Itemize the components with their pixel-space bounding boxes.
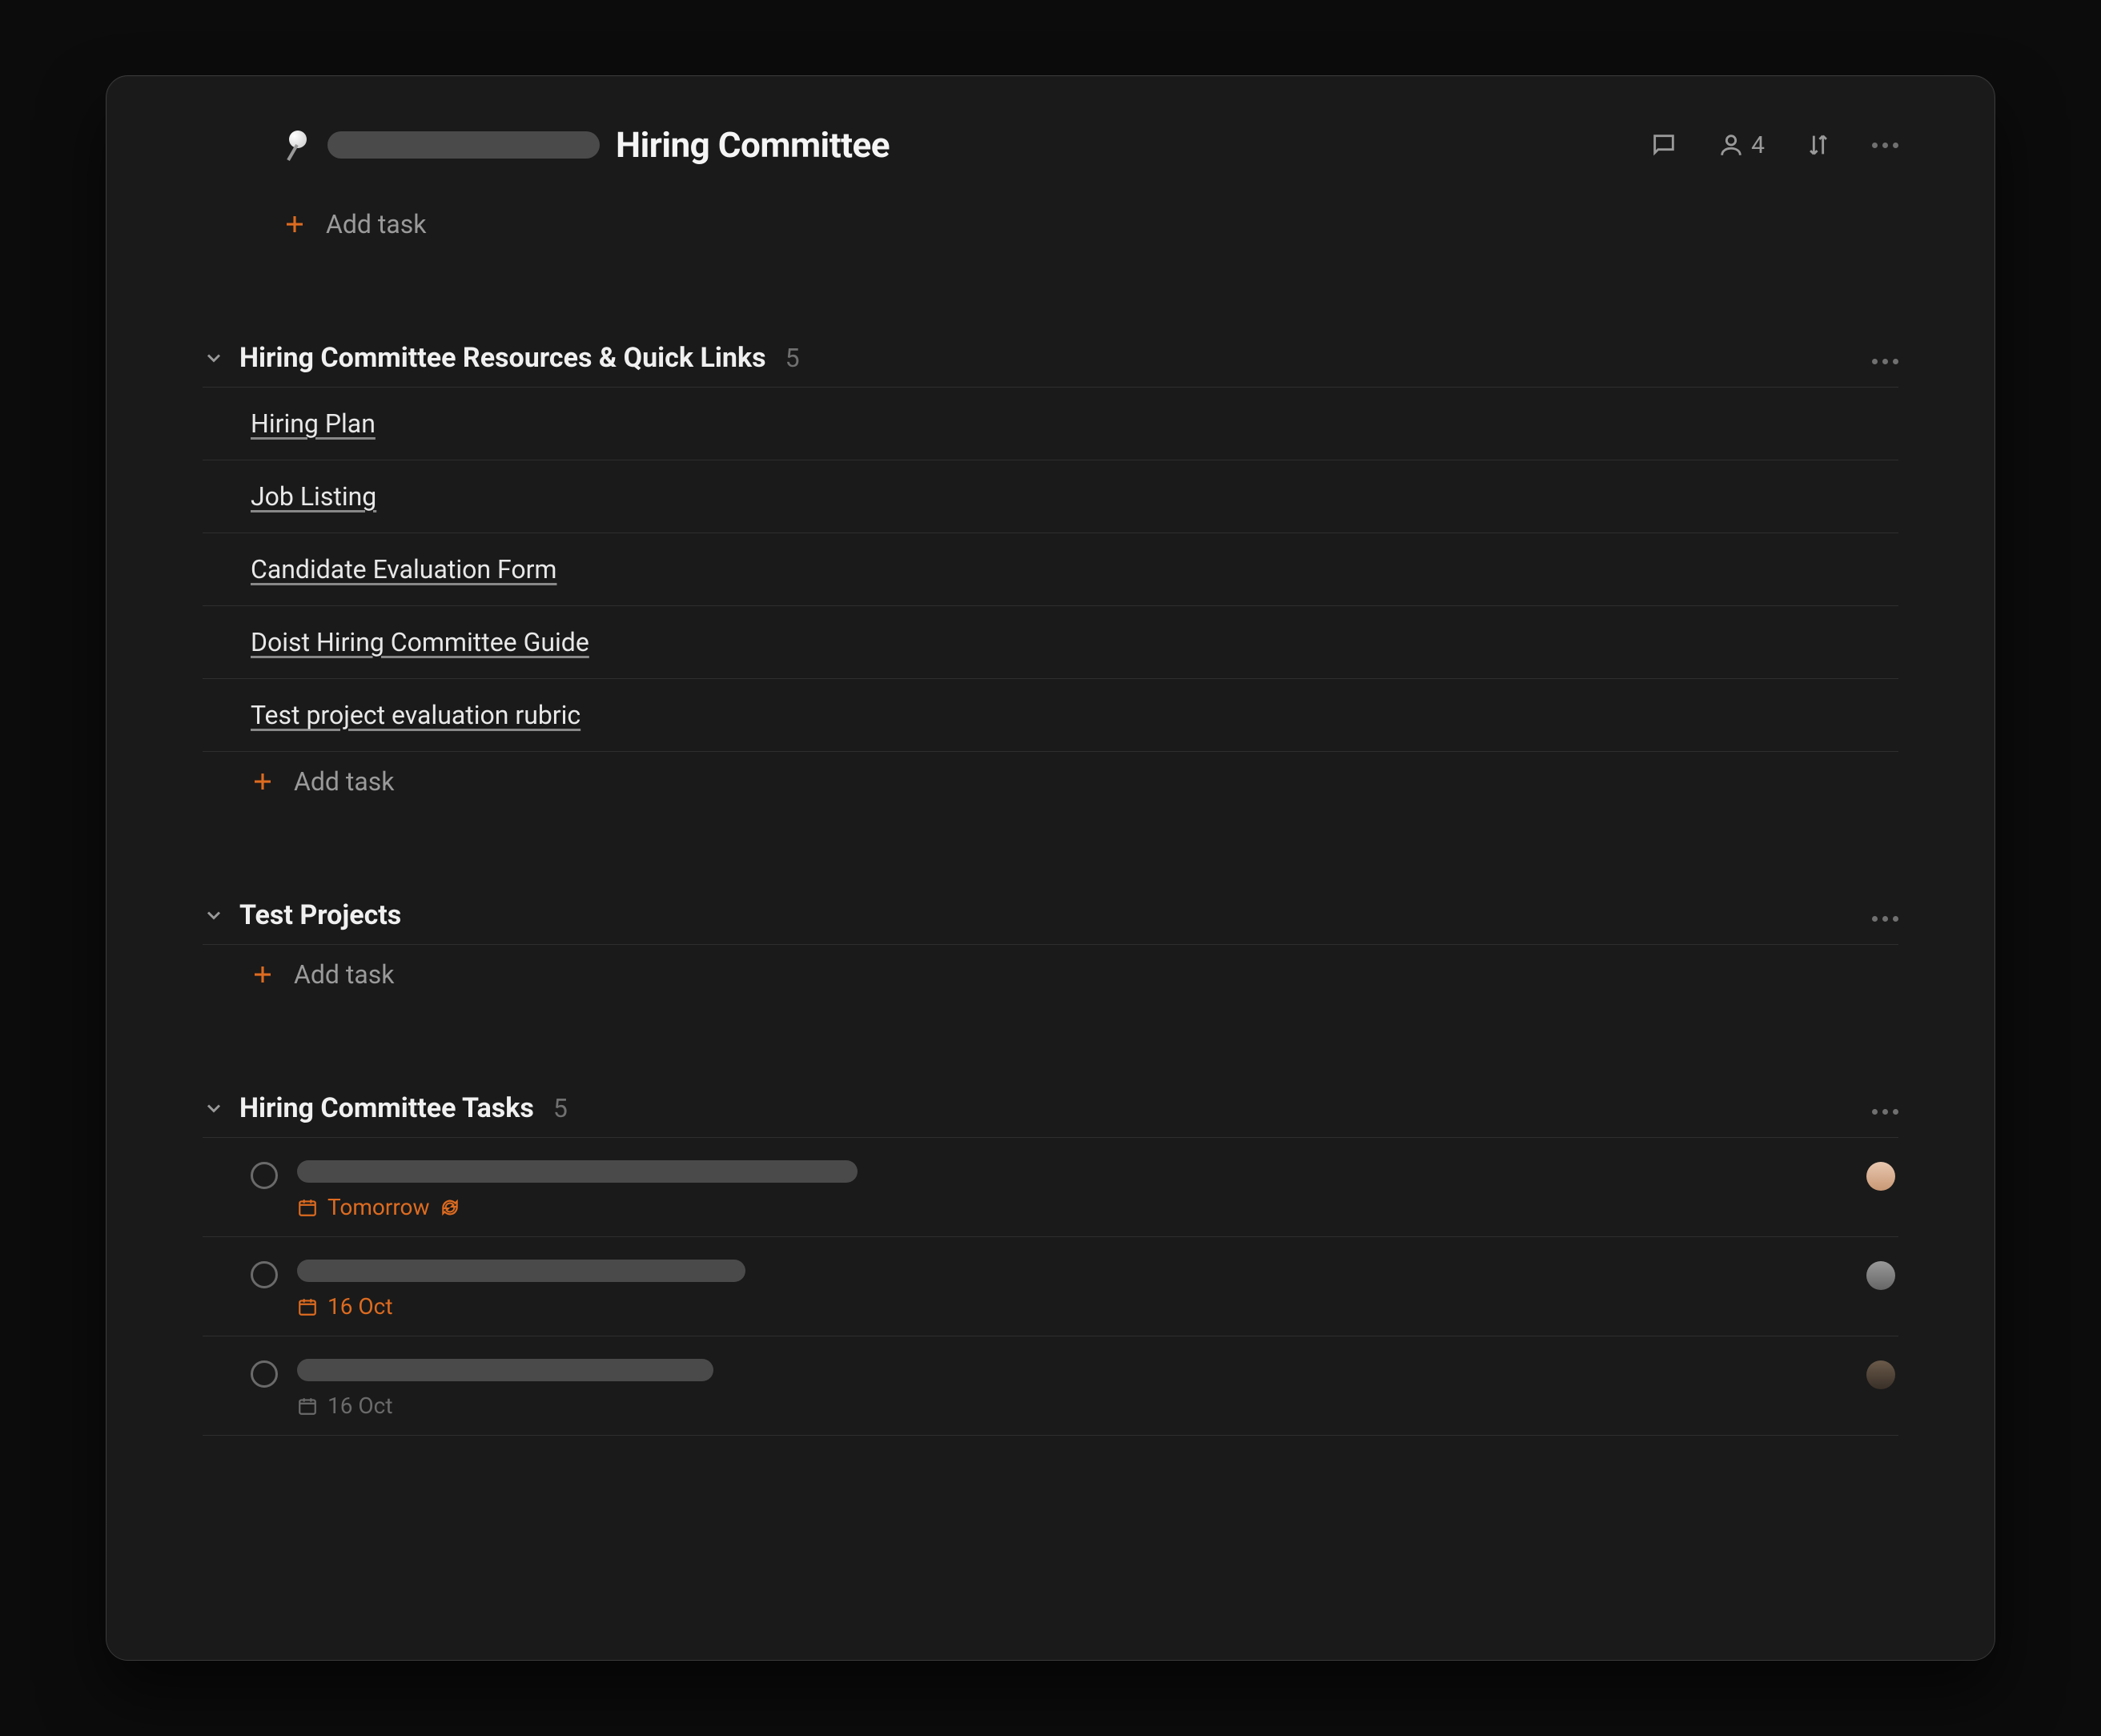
- section-test-projects: Test Projects Add task: [203, 899, 1898, 1004]
- calendar-icon: [297, 1197, 318, 1218]
- assignee-avatar[interactable]: [1866, 1162, 1895, 1191]
- plus-icon: [283, 212, 307, 236]
- comments-button[interactable]: [1650, 131, 1677, 159]
- list-item[interactable]: Doist Hiring Committee Guide: [203, 606, 1898, 679]
- task-due-date[interactable]: 16 Oct: [297, 1293, 1898, 1320]
- more-icon: [1872, 143, 1898, 148]
- task-checkbox[interactable]: [251, 1360, 278, 1388]
- list-item[interactable]: Candidate Evaluation Form: [203, 533, 1898, 606]
- add-task-label: Add task: [294, 959, 395, 990]
- org-name-placeholder: [327, 131, 600, 159]
- list-item[interactable]: Test project evaluation rubric: [203, 679, 1898, 752]
- task-link[interactable]: Candidate Evaluation Form: [251, 554, 556, 585]
- add-task-label: Add task: [294, 766, 395, 797]
- task-link[interactable]: Hiring Plan: [251, 408, 376, 439]
- task-link[interactable]: Test project evaluation rubric: [251, 700, 580, 730]
- project-header: Hiring Committee 4: [283, 124, 1898, 166]
- bottom-fade-overlay: [106, 1500, 1995, 1660]
- chevron-down-icon[interactable]: [203, 904, 225, 926]
- add-task-button-section[interactable]: Add task: [203, 752, 1898, 811]
- person-icon: [1717, 131, 1745, 159]
- task-checkbox[interactable]: [251, 1261, 278, 1288]
- section-more-button[interactable]: [1872, 1096, 1898, 1120]
- section-title: Test Projects: [239, 899, 401, 931]
- assignee-avatar[interactable]: [1866, 1360, 1895, 1389]
- list-item[interactable]: Job Listing: [203, 460, 1898, 533]
- task-row[interactable]: Tomorrow: [203, 1138, 1898, 1237]
- plus-icon: [251, 962, 275, 987]
- section-title: Hiring Committee Tasks: [239, 1092, 534, 1124]
- more-icon: [1872, 359, 1898, 364]
- app-window: Hiring Committee 4: [106, 75, 1995, 1661]
- task-due-date[interactable]: 16 Oct: [297, 1392, 1898, 1419]
- chevron-down-icon[interactable]: [203, 347, 225, 369]
- task-link[interactable]: Doist Hiring Committee Guide: [251, 627, 589, 657]
- project-title: Hiring Committee: [616, 124, 890, 166]
- add-task-button-section[interactable]: Add task: [203, 945, 1898, 1004]
- list-item[interactable]: Hiring Plan: [203, 388, 1898, 460]
- sort-button[interactable]: [1805, 131, 1832, 159]
- task-title-placeholder: [297, 1160, 858, 1183]
- task-title-placeholder: [297, 1359, 713, 1381]
- project-more-button[interactable]: [1872, 143, 1898, 148]
- more-icon: [1872, 1109, 1898, 1115]
- more-icon: [1872, 916, 1898, 922]
- section-more-button[interactable]: [1872, 903, 1898, 927]
- task-due-date[interactable]: Tomorrow: [297, 1194, 1898, 1220]
- assignee-avatar[interactable]: [1866, 1261, 1895, 1290]
- recurring-icon: [440, 1197, 460, 1218]
- section-count: 5: [553, 1093, 568, 1123]
- section-count: 5: [785, 343, 800, 373]
- comment-icon: [1650, 131, 1677, 159]
- pin-icon: [283, 131, 311, 159]
- plus-icon: [251, 770, 275, 794]
- section-more-button[interactable]: [1872, 346, 1898, 370]
- calendar-icon: [297, 1396, 318, 1417]
- add-task-button-top[interactable]: Add task: [203, 195, 1898, 254]
- section-title: Hiring Committee Resources & Quick Links: [239, 342, 766, 374]
- task-row[interactable]: 16 Oct: [203, 1237, 1898, 1336]
- chevron-down-icon[interactable]: [203, 1097, 225, 1119]
- share-button[interactable]: 4: [1717, 131, 1765, 159]
- task-row[interactable]: 16 Oct: [203, 1336, 1898, 1436]
- section-hiring-tasks: Hiring Committee Tasks 5 Tomorrow: [203, 1092, 1898, 1436]
- task-title-placeholder: [297, 1260, 745, 1282]
- calendar-icon: [297, 1296, 318, 1317]
- add-task-label: Add task: [326, 209, 427, 239]
- section-resources: Hiring Committee Resources & Quick Links…: [203, 342, 1898, 811]
- task-link[interactable]: Job Listing: [251, 481, 376, 512]
- task-checkbox[interactable]: [251, 1162, 278, 1189]
- sort-icon: [1805, 131, 1832, 159]
- share-count: 4: [1751, 131, 1765, 159]
